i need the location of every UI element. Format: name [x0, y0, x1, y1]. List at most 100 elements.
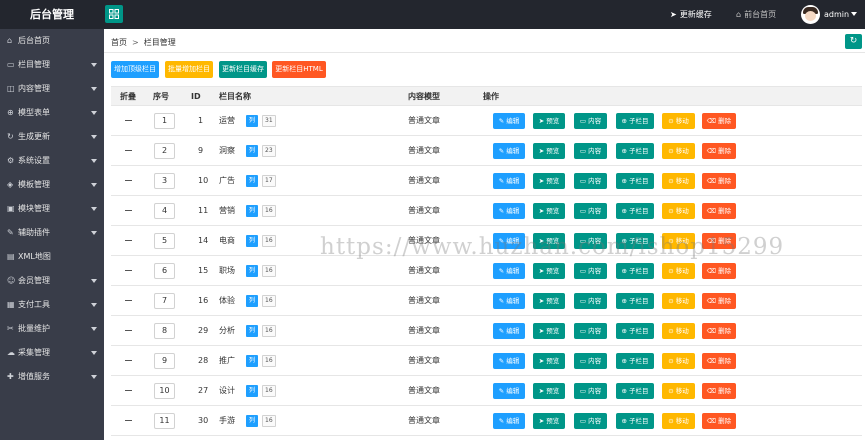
add-top-column-button[interactable]: 增加顶级栏目	[111, 61, 159, 78]
sort-input[interactable]: 11	[154, 413, 175, 429]
sort-input[interactable]: 5	[154, 233, 175, 249]
delete-button[interactable]: ⌫ 删除	[702, 263, 736, 279]
delete-button[interactable]: ⌫ 删除	[702, 413, 736, 429]
edit-button[interactable]: ✎ 编辑	[493, 143, 525, 159]
content-button[interactable]: ▭ 内容	[574, 413, 607, 429]
delete-button[interactable]: ⌫ 删除	[702, 323, 736, 339]
sub-column-button[interactable]: ⊕ 子栏目	[616, 233, 654, 249]
preview-button[interactable]: ➤ 预览	[533, 173, 565, 189]
sidebar-item[interactable]: ◫ 内容管理	[0, 77, 104, 101]
sub-column-button[interactable]: ⊕ 子栏目	[616, 383, 654, 399]
front-home-link[interactable]: ⌂ 前台首页	[736, 0, 776, 29]
sidebar-item[interactable]: ↻ 生成更新	[0, 125, 104, 149]
fold-toggle[interactable]	[125, 300, 132, 301]
delete-button[interactable]: ⌫ 删除	[702, 383, 736, 399]
content-button[interactable]: ▭ 内容	[574, 233, 607, 249]
sub-column-button[interactable]: ⊕ 子栏目	[616, 203, 654, 219]
sidebar-item[interactable]: ✎ 辅助插件	[0, 221, 104, 245]
sidebar-item[interactable]: ⊕ 模型表单	[0, 101, 104, 125]
delete-button[interactable]: ⌫ 删除	[702, 143, 736, 159]
move-button[interactable]: ⊙ 移动	[662, 203, 695, 219]
content-button[interactable]: ▭ 内容	[574, 353, 607, 369]
preview-button[interactable]: ➤ 预览	[533, 383, 565, 399]
move-button[interactable]: ⊙ 移动	[662, 293, 695, 309]
content-button[interactable]: ▭ 内容	[574, 323, 607, 339]
edit-button[interactable]: ✎ 编辑	[493, 383, 525, 399]
sub-column-button[interactable]: ⊕ 子栏目	[616, 263, 654, 279]
refresh-button[interactable]: ↻	[845, 34, 862, 49]
sort-input[interactable]: 3	[154, 173, 175, 189]
breadcrumb-home[interactable]: 首页	[111, 38, 127, 47]
sub-column-button[interactable]: ⊕ 子栏目	[616, 353, 654, 369]
content-button[interactable]: ▭ 内容	[574, 113, 607, 129]
content-button[interactable]: ▭ 内容	[574, 263, 607, 279]
sort-input[interactable]: 9	[154, 353, 175, 369]
move-button[interactable]: ⊙ 移动	[662, 233, 695, 249]
delete-button[interactable]: ⌫ 删除	[702, 293, 736, 309]
edit-button[interactable]: ✎ 编辑	[493, 233, 525, 249]
fold-toggle[interactable]	[125, 210, 132, 211]
edit-button[interactable]: ✎ 编辑	[493, 113, 525, 129]
avatar[interactable]	[801, 5, 820, 24]
chevron-down-icon[interactable]	[851, 12, 857, 16]
fold-toggle[interactable]	[125, 120, 132, 121]
preview-button[interactable]: ➤ 预览	[533, 293, 565, 309]
edit-button[interactable]: ✎ 编辑	[493, 263, 525, 279]
edit-button[interactable]: ✎ 编辑	[493, 323, 525, 339]
delete-button[interactable]: ⌫ 删除	[702, 203, 736, 219]
fold-toggle[interactable]	[125, 420, 132, 421]
edit-button[interactable]: ✎ 编辑	[493, 203, 525, 219]
fold-toggle[interactable]	[125, 150, 132, 151]
sub-column-button[interactable]: ⊕ 子栏目	[616, 113, 654, 129]
sub-column-button[interactable]: ⊕ 子栏目	[616, 323, 654, 339]
sidebar-item[interactable]: ☁ 采集管理	[0, 341, 104, 365]
batch-add-column-button[interactable]: 批量增加栏目	[165, 61, 213, 78]
sort-input[interactable]: 8	[154, 323, 175, 339]
sidebar-item[interactable]: ✚ 增值服务	[0, 365, 104, 389]
sidebar-item[interactable]: ▤ XML地图	[0, 245, 104, 269]
fold-toggle[interactable]	[125, 360, 132, 361]
content-button[interactable]: ▭ 内容	[574, 203, 607, 219]
delete-button[interactable]: ⌫ 删除	[702, 113, 736, 129]
menu-toggle-button[interactable]	[105, 5, 123, 23]
sidebar-item[interactable]: ▦ 支付工具	[0, 293, 104, 317]
preview-button[interactable]: ➤ 预览	[533, 263, 565, 279]
preview-button[interactable]: ➤ 预览	[533, 233, 565, 249]
sidebar-item[interactable]: ◈ 模板管理	[0, 173, 104, 197]
update-html-button[interactable]: 更新栏目HTML	[272, 61, 326, 78]
move-button[interactable]: ⊙ 移动	[662, 323, 695, 339]
sidebar-item[interactable]: ▭ 栏目管理	[0, 53, 104, 77]
edit-button[interactable]: ✎ 编辑	[493, 353, 525, 369]
sub-column-button[interactable]: ⊕ 子栏目	[616, 293, 654, 309]
content-button[interactable]: ▭ 内容	[574, 173, 607, 189]
sidebar-item[interactable]: ⚙ 系统设置	[0, 149, 104, 173]
sub-column-button[interactable]: ⊕ 子栏目	[616, 413, 654, 429]
preview-button[interactable]: ➤ 预览	[533, 323, 565, 339]
edit-button[interactable]: ✎ 编辑	[493, 293, 525, 309]
move-button[interactable]: ⊙ 移动	[662, 113, 695, 129]
edit-button[interactable]: ✎ 编辑	[493, 173, 525, 189]
sidebar-item[interactable]: ⌂ 后台首页	[0, 29, 104, 53]
preview-button[interactable]: ➤ 预览	[533, 413, 565, 429]
sidebar-item[interactable]: ☺ 会员管理	[0, 269, 104, 293]
preview-button[interactable]: ➤ 预览	[533, 113, 565, 129]
move-button[interactable]: ⊙ 移动	[662, 173, 695, 189]
delete-button[interactable]: ⌫ 删除	[702, 353, 736, 369]
app-logo[interactable]: 后台管理	[0, 0, 104, 29]
sort-input[interactable]: 10	[154, 383, 175, 399]
sort-input[interactable]: 6	[154, 263, 175, 279]
move-button[interactable]: ⊙ 移动	[662, 413, 695, 429]
content-button[interactable]: ▭ 内容	[574, 293, 607, 309]
clear-cache-link[interactable]: ➤ 更新缓存	[670, 0, 712, 29]
move-button[interactable]: ⊙ 移动	[662, 383, 695, 399]
move-button[interactable]: ⊙ 移动	[662, 143, 695, 159]
sort-input[interactable]: 7	[154, 293, 175, 309]
sort-input[interactable]: 2	[154, 143, 175, 159]
fold-toggle[interactable]	[125, 270, 132, 271]
sort-input[interactable]: 1	[154, 113, 175, 129]
preview-button[interactable]: ➤ 预览	[533, 203, 565, 219]
preview-button[interactable]: ➤ 预览	[533, 353, 565, 369]
sub-column-button[interactable]: ⊕ 子栏目	[616, 143, 654, 159]
edit-button[interactable]: ✎ 编辑	[493, 413, 525, 429]
delete-button[interactable]: ⌫ 删除	[702, 173, 736, 189]
